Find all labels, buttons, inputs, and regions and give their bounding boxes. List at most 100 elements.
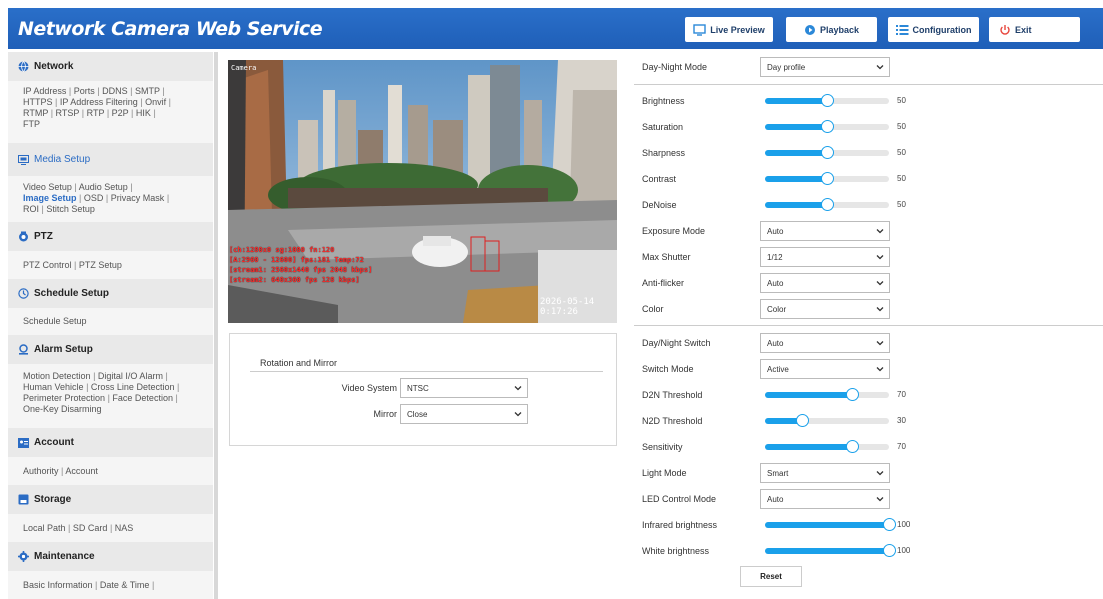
sidebar-link[interactable]: DDNS bbox=[102, 86, 128, 96]
slider-thumb[interactable] bbox=[845, 388, 859, 401]
sidebar-link[interactable]: Onvif bbox=[145, 97, 166, 107]
sidebar-links-schedule: Schedule Setup bbox=[8, 308, 213, 335]
playback-button[interactable]: Playback bbox=[786, 17, 877, 42]
sidebar-link[interactable]: RTSP bbox=[56, 108, 80, 118]
sidebar-link[interactable]: Human Vehicle bbox=[23, 382, 84, 392]
configuration-button[interactable]: Configuration bbox=[888, 17, 979, 42]
sensitivity-value: 70 bbox=[897, 442, 906, 451]
sidebar-link[interactable]: ROI bbox=[23, 204, 39, 214]
sidebar-link[interactable]: Audio Setup bbox=[79, 182, 128, 192]
sidebar-section-ptz[interactable]: PTZ bbox=[8, 222, 213, 251]
sensitivity-slider[interactable] bbox=[765, 440, 889, 453]
n2d-threshold-slider[interactable] bbox=[765, 414, 889, 427]
sidebar-links-network: IP Address | Ports | DDNS | SMTP | HTTPS… bbox=[23, 86, 172, 129]
sidebar-section-label: Maintenance bbox=[34, 551, 95, 562]
sidebar-link[interactable]: P2P bbox=[112, 108, 129, 118]
brightness-value: 50 bbox=[897, 96, 906, 105]
sidebar-section-maintenance[interactable]: Maintenance bbox=[8, 542, 213, 571]
sharpness-slider[interactable] bbox=[765, 146, 889, 159]
white-brightness-slider[interactable] bbox=[765, 544, 896, 557]
slider-thumb[interactable] bbox=[883, 544, 896, 557]
mirror-select[interactable]: Close bbox=[400, 404, 528, 424]
sidebar-link[interactable]: HIK bbox=[136, 108, 151, 118]
mirror-value: Close bbox=[407, 409, 428, 419]
reset-button[interactable]: Reset bbox=[740, 566, 802, 587]
sidebar-link[interactable]: Face Detection bbox=[112, 393, 173, 403]
chevron-down-icon bbox=[876, 255, 884, 260]
anti-flicker-select[interactable]: Auto bbox=[760, 273, 890, 293]
sidebar-link[interactable]: HTTPS bbox=[23, 97, 53, 107]
video-system-value: NTSC bbox=[407, 383, 429, 393]
slider-thumb[interactable] bbox=[883, 518, 896, 531]
chevron-down-icon bbox=[876, 307, 884, 312]
sidebar-link[interactable]: Ports bbox=[74, 86, 95, 96]
sidebar-link[interactable]: FTP bbox=[23, 119, 40, 129]
sidebar-splitter[interactable] bbox=[214, 52, 218, 599]
switch-mode-select[interactable]: Active bbox=[760, 359, 890, 379]
sidebar-link[interactable]: Authority bbox=[23, 466, 59, 476]
sidebar-link[interactable]: RTMP bbox=[23, 108, 48, 118]
exposure-mode-select[interactable]: Auto bbox=[760, 221, 890, 241]
sidebar-section-alarm[interactable]: Alarm Setup bbox=[8, 335, 213, 364]
sidebar-link[interactable]: Video Setup bbox=[23, 182, 72, 192]
exit-button[interactable]: Exit bbox=[989, 17, 1080, 42]
slider-thumb[interactable] bbox=[821, 172, 834, 185]
saturation-slider[interactable] bbox=[765, 120, 889, 133]
light-mode-value: Smart bbox=[767, 468, 789, 478]
configuration-label: Configuration bbox=[912, 24, 972, 35]
sidebar-section-storage[interactable]: Storage bbox=[8, 485, 213, 514]
slider-thumb[interactable] bbox=[821, 120, 834, 133]
color-label: Color bbox=[642, 304, 664, 314]
anti-flicker-value: Auto bbox=[767, 278, 784, 288]
slider-thumb[interactable] bbox=[821, 198, 834, 211]
sidebar-link[interactable]: Local Path bbox=[23, 523, 66, 533]
slider-thumb[interactable] bbox=[796, 414, 810, 427]
top-header: Network Camera Web Service Live Preview … bbox=[8, 8, 1103, 49]
sidebar-section-media[interactable]: Media Setup bbox=[8, 143, 213, 176]
led-control-mode-select[interactable]: Auto bbox=[760, 489, 890, 509]
sidebar-link[interactable]: SD Card bbox=[73, 523, 108, 533]
sidebar-link[interactable]: Perimeter Protection bbox=[23, 393, 105, 403]
live-preview-button[interactable]: Live Preview bbox=[685, 17, 773, 42]
day-night-mode-select[interactable]: Day profile bbox=[760, 57, 890, 77]
day-night-switch-select[interactable]: Auto bbox=[760, 333, 890, 353]
sidebar-link[interactable]: Account bbox=[65, 466, 98, 476]
sidebar-link[interactable]: OSD bbox=[84, 193, 104, 203]
sidebar-link[interactable]: SMTP bbox=[135, 86, 160, 96]
slider-thumb[interactable] bbox=[845, 440, 859, 453]
sidebar-link[interactable]: NAS bbox=[115, 523, 134, 533]
sidebar-link[interactable]: Motion Detection bbox=[23, 371, 91, 381]
sidebar-link[interactable]: IP Address Filtering bbox=[60, 97, 138, 107]
sidebar-link[interactable]: Basic Information bbox=[23, 580, 93, 590]
slider-thumb[interactable] bbox=[821, 94, 834, 107]
color-select[interactable]: Color bbox=[760, 299, 890, 319]
sidebar-section-account[interactable]: Account bbox=[8, 428, 213, 457]
sidebar-section-schedule[interactable]: Schedule Setup bbox=[8, 279, 213, 308]
sidebar-link[interactable]: PTZ Control bbox=[23, 260, 72, 270]
light-mode-select[interactable]: Smart bbox=[760, 463, 890, 483]
sidebar-link[interactable]: RTP bbox=[87, 108, 105, 118]
sidebar-link[interactable]: Cross Line Detection bbox=[91, 382, 175, 392]
sidebar-link[interactable]: Date & Time bbox=[100, 580, 150, 590]
anti-flicker-label: Anti-flicker bbox=[642, 278, 685, 288]
infrared-brightness-slider[interactable] bbox=[765, 518, 896, 531]
contrast-slider[interactable] bbox=[765, 172, 889, 185]
sidebar-link[interactable]: Privacy Mask bbox=[111, 193, 165, 203]
rotation-divider bbox=[250, 371, 603, 372]
brightness-slider[interactable] bbox=[765, 94, 889, 107]
denoise-slider[interactable] bbox=[765, 198, 889, 211]
sidebar-link[interactable]: Schedule Setup bbox=[23, 316, 87, 326]
sidebar-link-image-setup[interactable]: Image Setup bbox=[23, 193, 77, 203]
sidebar-link[interactable]: One-Key Disarming bbox=[23, 404, 102, 414]
sidebar-section-network[interactable]: Network bbox=[8, 52, 213, 81]
max-shutter-select[interactable]: 1/12 bbox=[760, 247, 890, 267]
video-system-select[interactable]: NTSC bbox=[400, 378, 528, 398]
sidebar-link[interactable]: Digital I/O Alarm bbox=[98, 371, 163, 381]
sidebar-link[interactable]: Stitch Setup bbox=[46, 204, 95, 214]
sidebar-link[interactable]: PTZ Setup bbox=[79, 260, 122, 270]
d2n-threshold-slider[interactable] bbox=[765, 388, 889, 401]
slider-thumb[interactable] bbox=[821, 146, 834, 159]
video-preview[interactable]: Camera [ch:1280x0 sg:1080 fn:120 [A:2960… bbox=[228, 60, 617, 323]
sidebar-link[interactable]: IP Address bbox=[23, 86, 66, 96]
list-icon bbox=[895, 24, 908, 35]
